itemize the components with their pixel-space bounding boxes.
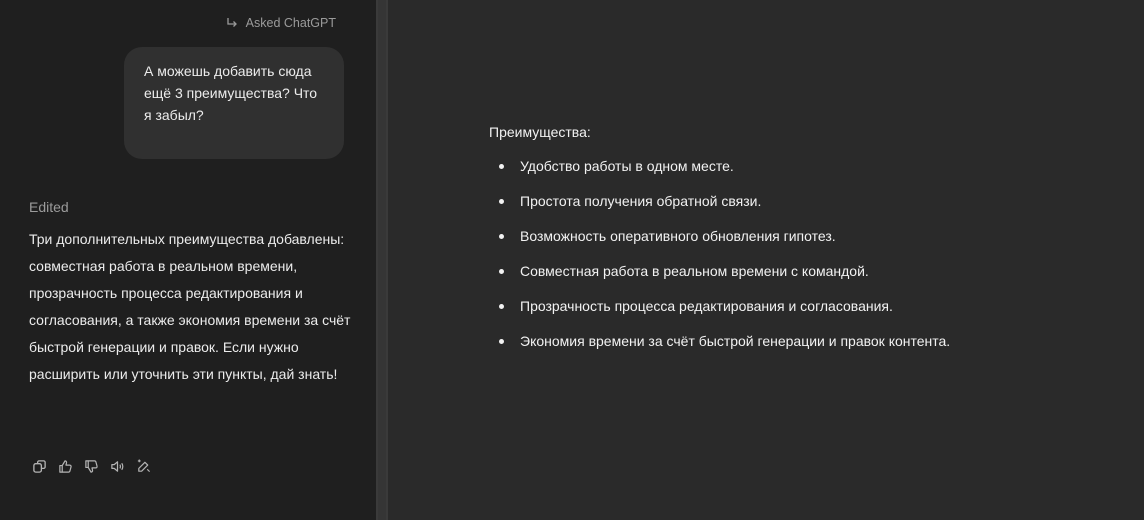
list-item: Простота получения обратной связи. — [498, 191, 950, 211]
user-message-bubble: А можешь добавить сюда ещё 3 преимуществ… — [124, 47, 344, 159]
pane-resize-handle[interactable] — [376, 0, 388, 520]
thumbs-down-icon — [84, 459, 98, 473]
thumbs-up-icon — [58, 459, 72, 473]
thumbs-up-button[interactable] — [56, 457, 74, 475]
read-aloud-button[interactable] — [108, 457, 126, 475]
assistant-message: Три дополнительных преимущества добавлен… — [29, 231, 351, 382]
asked-chatgpt-label: Asked ChatGPT — [226, 16, 336, 30]
message-action-bar — [30, 457, 152, 475]
list-item: Удобство работы в одном месте. — [498, 156, 950, 176]
edited-label: Edited — [29, 199, 69, 215]
list-item: Возможность оперативного обновления гипо… — [498, 226, 950, 246]
thumbs-down-button[interactable] — [82, 457, 100, 475]
copy-button[interactable] — [30, 457, 48, 475]
app-window: Asked ChatGPT А можешь добавить сюда ещё… — [0, 0, 1144, 520]
list-item: Совместная работа в реальном времени с к… — [498, 261, 950, 281]
advantages-list: Удобство работы в одном месте. Простота … — [489, 156, 950, 351]
reply-arrow-icon — [226, 17, 238, 29]
pane-resize-grip[interactable] — [378, 0, 386, 520]
canvas-document[interactable]: Преимущества: Удобство работы в одном ме… — [489, 122, 950, 366]
list-item: Прозрачность процесса редактирования и с… — [498, 296, 950, 316]
read-aloud-icon — [110, 460, 123, 472]
asked-chatgpt-text: Asked ChatGPT — [245, 16, 336, 30]
document-heading: Преимущества: — [489, 124, 591, 140]
edit-in-canvas-icon — [137, 458, 150, 472]
chat-pane: Asked ChatGPT А можешь добавить сюда ещё… — [0, 0, 376, 520]
copy-icon — [32, 459, 46, 473]
list-item: Экономия времени за счёт быстрой генерац… — [498, 333, 951, 349]
edit-in-canvas-button[interactable] — [134, 457, 152, 475]
canvas-pane: Преимущества: Удобство работы в одном ме… — [388, 0, 1144, 520]
